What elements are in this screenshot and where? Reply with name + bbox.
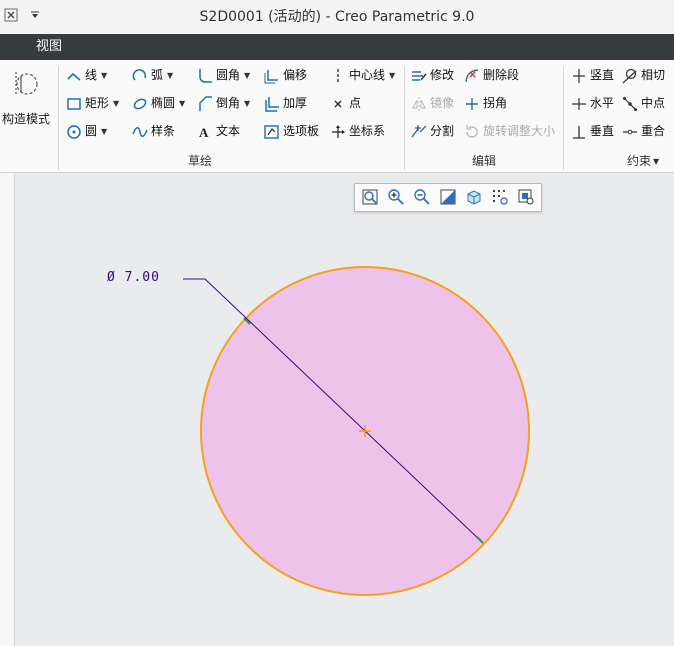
view-toolbar bbox=[354, 183, 542, 212]
diameter-dimension[interactable]: Ø 7.00 bbox=[107, 270, 160, 285]
zoom-out-icon[interactable] bbox=[413, 188, 431, 206]
refit-icon[interactable] bbox=[361, 188, 379, 206]
zoom-in-icon[interactable] bbox=[387, 188, 405, 206]
shading-icon[interactable] bbox=[465, 188, 483, 206]
saved-orientations-icon[interactable] bbox=[517, 188, 535, 206]
sketch-canvas[interactable] bbox=[0, 0, 674, 646]
sketcher-display-icon[interactable] bbox=[491, 188, 509, 206]
repaint-icon[interactable] bbox=[439, 188, 457, 206]
